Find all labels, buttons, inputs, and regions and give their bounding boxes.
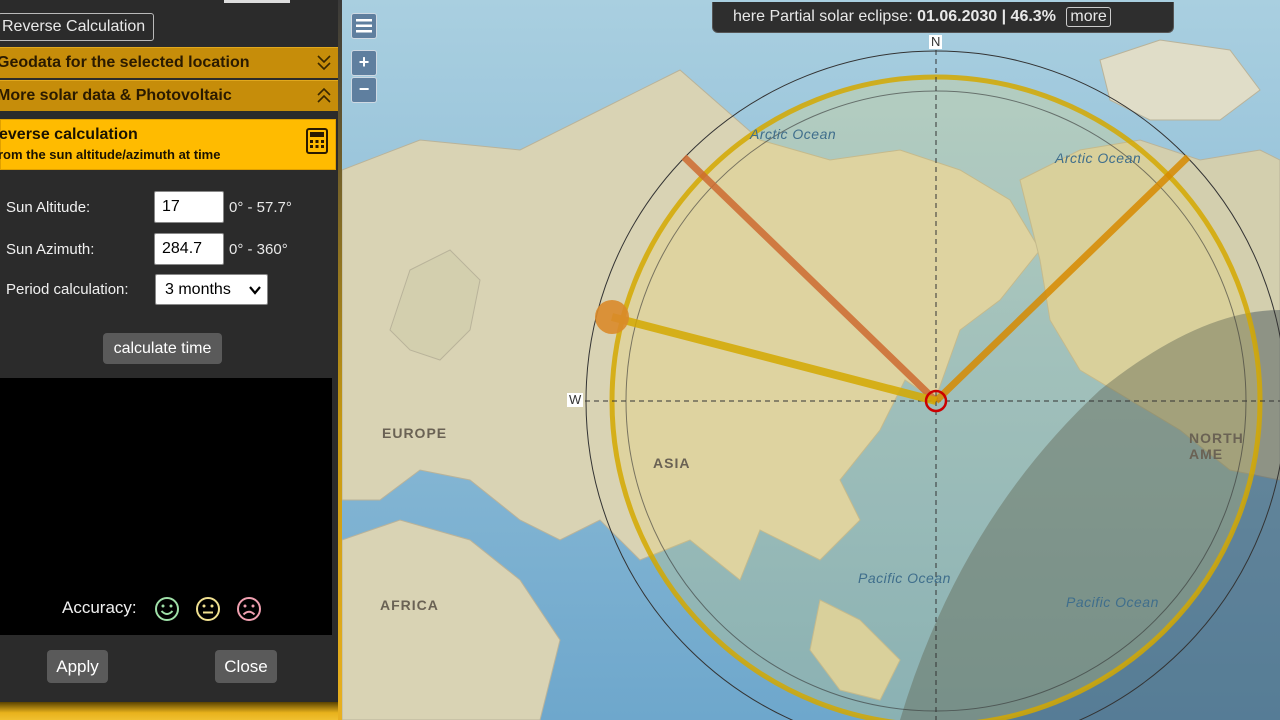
ocean-label-arctic-1: Arctic Ocean [750,126,837,142]
chevron-double-up-icon [316,86,332,106]
sun-altitude-input[interactable] [154,191,224,223]
ocean-label-pacific-2: Pacific Ocean [1066,594,1159,610]
eclipse-separator: | [1001,8,1011,25]
calculator-icon[interactable] [306,128,328,154]
happy-face-icon[interactable] [154,596,180,622]
sun-altitude-range: 0° - 57.7° [229,199,292,216]
sun-azimuth-range: 0° - 360° [229,241,288,258]
ocean-label-pacific-1: Pacific Ocean [858,570,951,586]
compass-west: W [567,392,584,407]
accuracy-label: Accuracy: [62,598,137,617]
accordion-solar-data[interactable]: More solar data & Photovoltaic [0,80,338,111]
sad-face-icon[interactable] [236,596,262,622]
eclipse-percent: 46.3% [1010,8,1056,25]
period-calculation-label: Period calculation: [6,281,129,298]
eclipse-info-bar: here Partial solar eclipse: 01.06.2030 |… [712,2,1174,33]
zoom-in-button[interactable]: + [351,50,377,76]
more-button[interactable]: more [1066,7,1111,27]
chevron-down-icon [249,286,261,295]
accordion-geodata[interactable]: Geodata for the selected location [0,47,338,78]
zoom-out-button[interactable]: − [351,77,377,103]
apply-button[interactable]: Apply [47,650,108,683]
side-panel: Reverse Calculation Geodata for the sele… [0,0,338,720]
reverse-calculation-header: everse calculation rom the sun altitude/… [0,119,336,170]
region-label-north-america: NORTH AME [1189,430,1244,462]
calc-subtitle: rom the sun altitude/azimuth at time [0,147,221,162]
sun-position-marker[interactable] [595,300,629,334]
sun-azimuth-input[interactable] [154,233,224,265]
panel-bottom-bar [0,702,338,720]
map-canvas [342,0,1280,720]
neutral-face-icon[interactable] [195,596,221,622]
accordion-geodata-label: Geodata for the selected location [0,54,250,71]
period-select-value: 3 months [165,281,231,298]
sun-altitude-label: Sun Altitude: [6,199,91,216]
region-label-asia: ASIA [653,455,691,471]
layers-menu-button[interactable] [351,13,377,39]
period-select[interactable]: 3 months [155,274,268,305]
region-label-africa: AFRICA [380,597,439,613]
calc-title: everse calculation [0,126,138,143]
chevron-double-down-icon [316,53,332,73]
compass-north: N [929,34,943,49]
accordion-solar-label: More solar data & Photovoltaic [0,87,232,104]
region-label-europe: EUROPE [382,425,448,441]
map-view[interactable] [342,0,1280,720]
eclipse-date: 01.06.2030 [917,8,998,25]
hamburger-icon [356,19,372,33]
eclipse-prefix: here Partial solar eclipse: [733,8,913,25]
reverse-calculation-button[interactable]: Reverse Calculation [0,13,154,41]
ocean-label-arctic-2: Arctic Ocean [1055,150,1142,166]
close-button[interactable]: Close [215,650,277,683]
sun-azimuth-label: Sun Azimuth: [6,241,95,258]
calculate-time-button[interactable]: calculate time [103,333,222,364]
top-strip [224,0,290,3]
